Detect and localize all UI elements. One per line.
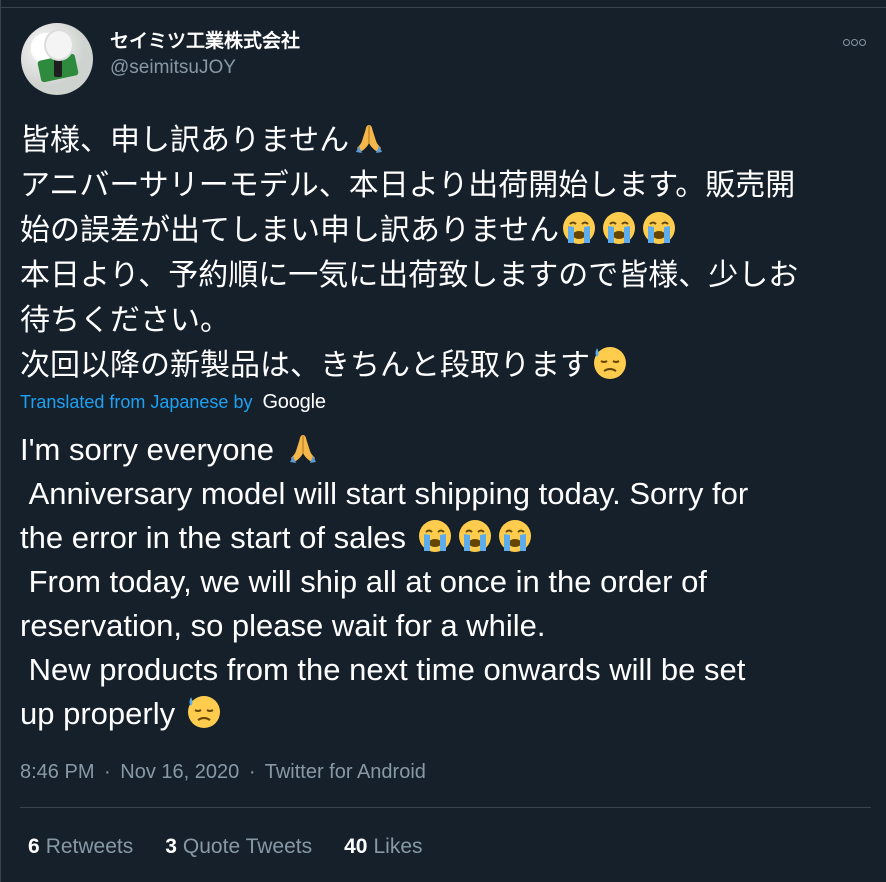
translation-attribution: Translated from Japanese by Google <box>20 389 326 415</box>
meta-separator: · <box>248 761 256 783</box>
quote-tweets-stat[interactable]: 3 Quote Tweets <box>165 833 312 861</box>
en-line-3: the error in the start of sales <box>20 520 415 555</box>
ja-line-4: 本日より、予約順に一気に出荷致しますので皆様、少しお <box>20 258 799 293</box>
quote-tweets-label: Quote Tweets <box>182 835 313 858</box>
en-line-5: reservation, so please wait for a while. <box>20 608 546 643</box>
display-name[interactable]: セイミツ工業株式会社 <box>110 30 300 54</box>
left-border <box>0 0 1 882</box>
retweets-stat[interactable]: 6 Retweets <box>28 833 133 861</box>
tweet-date[interactable]: Nov 16, 2020 <box>120 761 239 783</box>
en-line-4: From today, we will ship all at once in … <box>20 564 707 599</box>
folded-hands-icon <box>284 429 322 467</box>
tweet-source[interactable]: Twitter for Android <box>265 761 426 783</box>
divider <box>20 807 871 808</box>
en-line-7: up properly <box>20 696 184 731</box>
top-border <box>0 0 886 8</box>
en-line-1: I'm sorry everyone <box>20 432 283 467</box>
likes-count: 40 <box>344 835 368 858</box>
ja-line-1: 皆様、申し訳ありません <box>20 123 350 158</box>
loudly-crying-face-icon <box>560 209 598 247</box>
likes-stat[interactable]: 40 Likes <box>344 833 422 861</box>
tweet-header: セイミツ工業株式会社 @seimitsuJOY <box>20 22 870 98</box>
tweet-meta: 8:46 PM · Nov 16, 2020 · Twitter for And… <box>20 758 426 786</box>
more-options-icon[interactable] <box>843 36 869 48</box>
google-logo: Google <box>262 390 326 413</box>
tweet-text-japanese: 皆様、申し訳ありません アニバーサリーモデル、本日より出荷開始します。販売開 始… <box>20 118 870 388</box>
ja-line-2: アニバーサリーモデル、本日より出荷開始します。販売開 <box>20 168 796 203</box>
ja-line-6: 次回以降の新製品は、きちんと段取ります <box>20 348 590 383</box>
avatar[interactable] <box>21 23 93 95</box>
retweets-label: Retweets <box>45 835 134 858</box>
loudly-crying-face-icon <box>640 209 678 247</box>
tweet-time[interactable]: 8:46 PM <box>20 761 94 783</box>
meta-separator: · <box>104 761 111 783</box>
likes-label: Likes <box>373 835 423 858</box>
avatar-joystick-ball <box>46 31 72 59</box>
tweet-text-english: I'm sorry everyone Anniversary model wil… <box>20 428 870 736</box>
more-dot <box>851 39 858 46</box>
retweets-count: 6 <box>28 835 40 858</box>
quote-tweets-count: 3 <box>165 835 177 858</box>
en-line-6: New products from the next time onwards … <box>20 652 746 687</box>
tweet-stats: 6 Retweets 3 Quote Tweets 40 Likes <box>28 833 455 861</box>
loudly-crying-face-icon <box>456 517 494 555</box>
loudly-crying-face-icon <box>600 209 638 247</box>
downcast-face-with-sweat-icon <box>185 693 223 731</box>
more-dot <box>859 39 866 46</box>
translated-label[interactable]: Translated from Japanese by <box>20 392 252 413</box>
handle[interactable]: @seimitsuJOY <box>110 55 300 81</box>
en-line-2: Anniversary model will start shipping to… <box>20 476 749 511</box>
author-names[interactable]: セイミツ工業株式会社 @seimitsuJOY <box>110 30 300 81</box>
more-dot <box>843 39 850 46</box>
downcast-face-with-sweat-icon <box>591 344 629 382</box>
folded-hands-icon <box>350 119 388 157</box>
ja-line-3: 始の誤差が出てしまい申し訳ありません <box>20 213 560 248</box>
loudly-crying-face-icon <box>416 517 454 555</box>
ja-line-5: 待ちください。 <box>20 303 230 338</box>
loudly-crying-face-icon <box>496 517 534 555</box>
